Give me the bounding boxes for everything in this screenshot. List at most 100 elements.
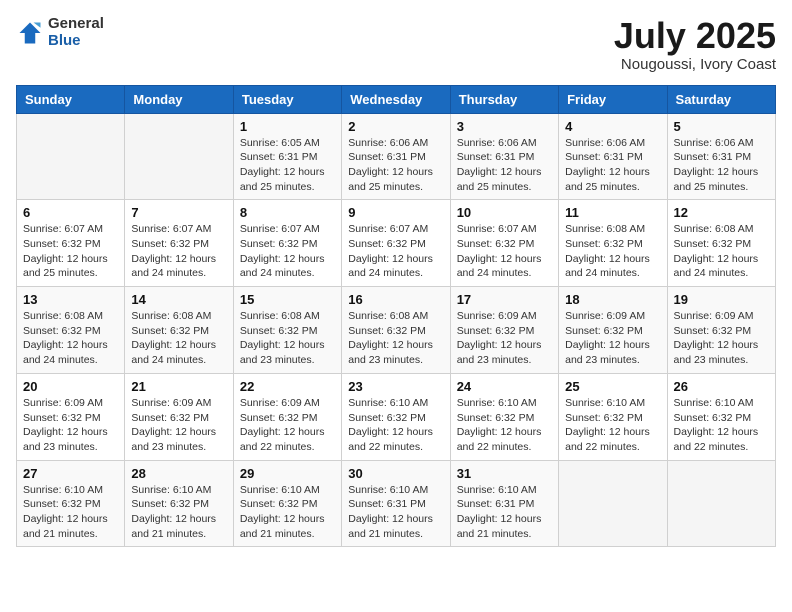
day-detail: Sunrise: 6:10 AMSunset: 6:32 PMDaylight:…	[565, 396, 660, 455]
daylight-text: Daylight: 12 hours and 25 minutes.	[457, 166, 542, 193]
table-row: 3Sunrise: 6:06 AMSunset: 6:31 PMDaylight…	[450, 113, 558, 200]
table-row: 1Sunrise: 6:05 AMSunset: 6:31 PMDaylight…	[233, 113, 341, 200]
sunset-text: Sunset: 6:31 PM	[565, 151, 643, 163]
daylight-text: Daylight: 12 hours and 23 minutes.	[674, 339, 759, 366]
sunset-text: Sunset: 6:32 PM	[240, 498, 318, 510]
week-row-1: 1Sunrise: 6:05 AMSunset: 6:31 PMDaylight…	[17, 113, 776, 200]
sunset-text: Sunset: 6:32 PM	[23, 498, 101, 510]
sunrise-text: Sunrise: 6:10 AM	[131, 484, 211, 496]
day-number: 4	[565, 119, 660, 134]
daylight-text: Daylight: 12 hours and 22 minutes.	[674, 426, 759, 453]
day-detail: Sunrise: 6:08 AMSunset: 6:32 PMDaylight:…	[565, 222, 660, 281]
sunset-text: Sunset: 6:32 PM	[674, 412, 752, 424]
sunset-text: Sunset: 6:32 PM	[131, 412, 209, 424]
day-number: 19	[674, 292, 769, 307]
sunrise-text: Sunrise: 6:07 AM	[348, 223, 428, 235]
daylight-text: Daylight: 12 hours and 21 minutes.	[23, 513, 108, 540]
daylight-text: Daylight: 12 hours and 25 minutes.	[23, 253, 108, 280]
table-row: 29Sunrise: 6:10 AMSunset: 6:32 PMDayligh…	[233, 460, 341, 547]
day-number: 21	[131, 379, 226, 394]
daylight-text: Daylight: 12 hours and 23 minutes.	[240, 339, 325, 366]
day-detail: Sunrise: 6:10 AMSunset: 6:32 PMDaylight:…	[348, 396, 443, 455]
logo: General Blue	[16, 16, 104, 49]
day-detail: Sunrise: 6:10 AMSunset: 6:31 PMDaylight:…	[457, 483, 552, 542]
sunrise-text: Sunrise: 6:06 AM	[457, 137, 537, 149]
day-number: 12	[674, 205, 769, 220]
sunset-text: Sunset: 6:32 PM	[131, 325, 209, 337]
week-row-5: 27 Sunrise: 6:10 AM Sunset: 6:32 PM Dayligh…	[17, 460, 776, 547]
day-detail: Sunrise: 6:08 AMSunset: 6:32 PMDaylight:…	[348, 309, 443, 368]
title-block: July 2025 Nougoussi, Ivory Coast	[614, 16, 776, 73]
table-row: 27Sunrise: 6:10 AMSunset: 6:32 PMDayligh…	[17, 460, 125, 547]
sunrise-text: Sunrise: 6:10 AM	[457, 484, 537, 496]
daylight-text: Daylight: 12 hours and 21 minutes.	[131, 513, 216, 540]
daylight-text: Daylight: 12 hours and 21 minutes.	[348, 513, 433, 540]
sunrise-text: Sunrise: 6:08 AM	[674, 223, 754, 235]
day-detail: Sunrise: 6:09 AMSunset: 6:32 PMDaylight:…	[565, 309, 660, 368]
day-number: 28	[131, 466, 226, 481]
day-number: 24	[457, 379, 552, 394]
daylight-text: Daylight: 12 hours and 25 minutes.	[240, 166, 325, 193]
table-row: 11Sunrise: 6:08 AMSunset: 6:32 PMDayligh…	[559, 200, 667, 287]
sunset-text: Sunset: 6:32 PM	[240, 238, 318, 250]
col-monday: Monday	[125, 85, 233, 113]
daylight-text: Daylight: 12 hours and 23 minutes.	[565, 339, 650, 366]
day-detail: Sunrise: 6:07 AMSunset: 6:32 PMDaylight:…	[23, 222, 118, 281]
sunrise-text: Sunrise: 6:07 AM	[23, 223, 103, 235]
sunrise-text: Sunrise: 6:06 AM	[674, 137, 754, 149]
sunrise-text: Sunrise: 6:10 AM	[457, 397, 537, 409]
day-number: 22	[240, 379, 335, 394]
daylight-text: Daylight: 12 hours and 22 minutes.	[457, 426, 542, 453]
sunrise-text: Sunrise: 6:09 AM	[131, 397, 211, 409]
table-row: 13Sunrise: 6:08 AMSunset: 6:32 PMDayligh…	[17, 287, 125, 374]
table-row	[17, 113, 125, 200]
table-row: 26 Sunrise: 6:10 AM Sunset: 6:32 PM Dayligh…	[667, 373, 775, 460]
sunset-text: Sunset: 6:32 PM	[23, 412, 101, 424]
day-number: 27	[23, 466, 118, 481]
sunrise-text: Sunrise: 6:10 AM	[348, 397, 428, 409]
sunset-text: Sunset: 6:32 PM	[348, 325, 426, 337]
daylight-text: Daylight: 12 hours and 24 minutes.	[240, 253, 325, 280]
sunrise-text: Sunrise: 6:09 AM	[674, 310, 754, 322]
daylight-text: Daylight: 12 hours and 24 minutes.	[457, 253, 542, 280]
sunset-text: Sunset: 6:32 PM	[240, 412, 318, 424]
day-detail: Sunrise: 6:05 AMSunset: 6:31 PMDaylight:…	[240, 136, 335, 195]
col-wednesday: Wednesday	[342, 85, 450, 113]
logo-blue: Blue	[48, 33, 104, 50]
day-number: 26	[674, 379, 769, 394]
calendar-header-row: Sunday Monday Tuesday Wednesday Thursday…	[17, 85, 776, 113]
table-row: 20Sunrise: 6:09 AMSunset: 6:32 PMDayligh…	[17, 373, 125, 460]
sunset-text: Sunset: 6:32 PM	[565, 325, 643, 337]
col-sunday: Sunday	[17, 85, 125, 113]
day-number: 18	[565, 292, 660, 307]
day-number: 15	[240, 292, 335, 307]
daylight-text: Daylight: 12 hours and 25 minutes.	[565, 166, 650, 193]
sunrise-text: Sunrise: 6:08 AM	[131, 310, 211, 322]
table-row: 19Sunrise: 6:09 AMSunset: 6:32 PMDayligh…	[667, 287, 775, 374]
logo-general: General	[48, 16, 104, 33]
sunrise-text: Sunrise: 6:07 AM	[240, 223, 320, 235]
calendar-table: Sunday Monday Tuesday Wednesday Thursday…	[16, 85, 776, 548]
day-detail: Sunrise: 6:08 AMSunset: 6:32 PMDaylight:…	[23, 309, 118, 368]
sunset-text: Sunset: 6:31 PM	[457, 151, 535, 163]
daylight-text: Daylight: 12 hours and 23 minutes.	[23, 426, 108, 453]
day-detail: Sunrise: 6:08 AMSunset: 6:32 PMDaylight:…	[674, 222, 769, 281]
table-row: 4 Sunrise: 6:06 AM Sunset: 6:31 PM Daylight…	[559, 113, 667, 200]
daylight-text: Daylight: 12 hours and 21 minutes.	[240, 513, 325, 540]
day-number: 30	[348, 466, 443, 481]
daylight-text: Daylight: 12 hours and 23 minutes.	[131, 426, 216, 453]
day-detail: Sunrise: 6:09 AMSunset: 6:32 PMDaylight:…	[457, 309, 552, 368]
table-row: 14Sunrise: 6:08 AMSunset: 6:32 PMDayligh…	[125, 287, 233, 374]
col-friday: Friday	[559, 85, 667, 113]
logo-text: General Blue	[48, 16, 104, 49]
day-number: 2	[348, 119, 443, 134]
sunrise-text: Sunrise: 6:10 AM	[674, 397, 754, 409]
day-number: 10	[457, 205, 552, 220]
calendar-location: Nougoussi, Ivory Coast	[614, 56, 776, 73]
sunrise-text: Sunrise: 6:06 AM	[565, 137, 645, 149]
day-detail: Sunrise: 6:07 AMSunset: 6:32 PMDaylight:…	[457, 222, 552, 281]
sunset-text: Sunset: 6:32 PM	[23, 325, 101, 337]
sunrise-text: Sunrise: 6:08 AM	[348, 310, 428, 322]
daylight-text: Daylight: 12 hours and 24 minutes.	[131, 253, 216, 280]
table-row	[125, 113, 233, 200]
